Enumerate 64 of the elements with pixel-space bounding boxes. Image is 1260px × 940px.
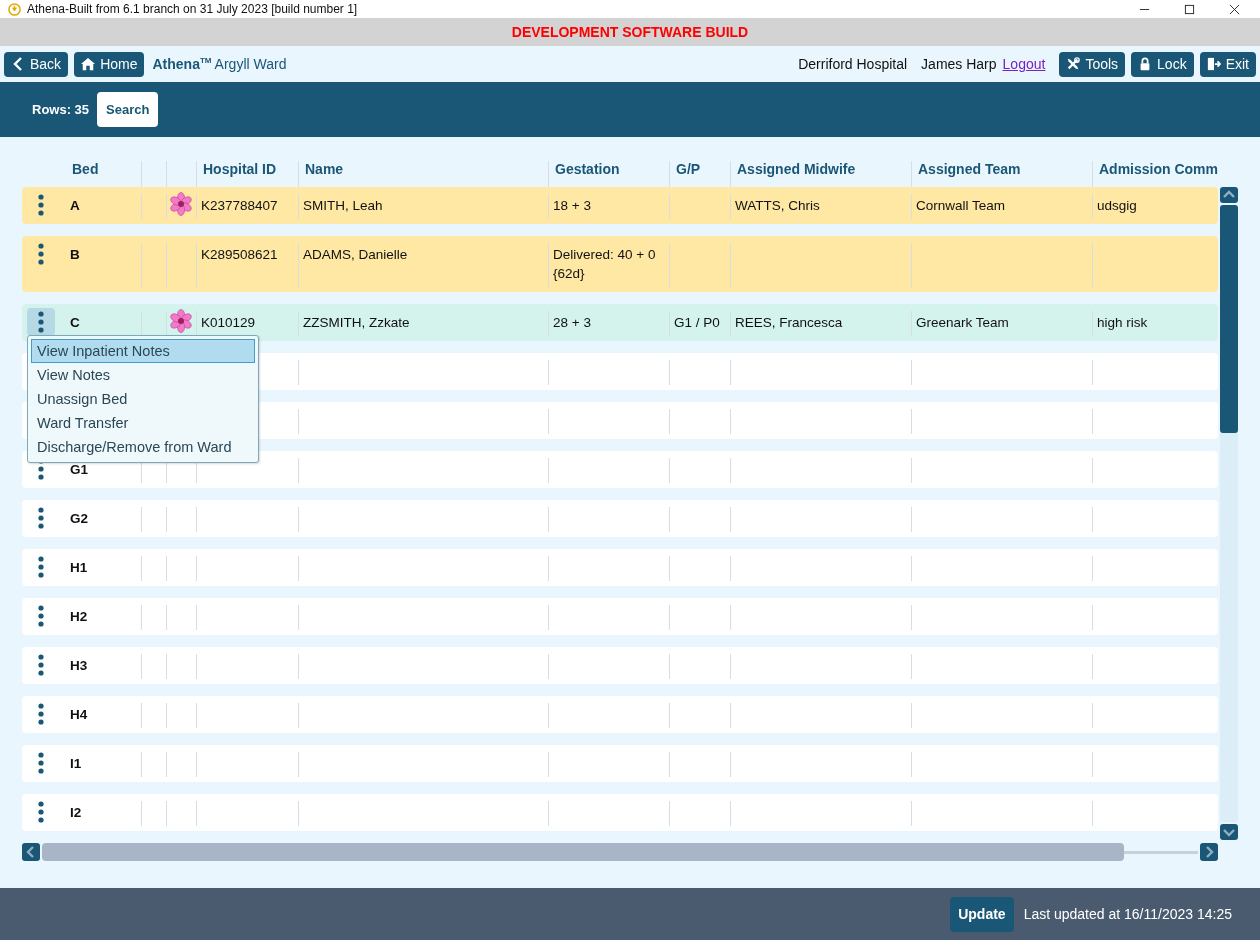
banner-title: DEVELOPMENT SOFTWARE BUILD [511,24,749,40]
table-row[interactable]: A K237788407 SMITH, Leah 18 + 3 WATTS, Chris Cornwall Team udsgig [22,187,1218,224]
table-cell: 28 + 3 [553,315,591,330]
table-row[interactable]: C K010129 ZZSMITH, Zzkate 28 + 3 G1 / P0 REES, Francesca Greenark Team high risk [22,304,1218,341]
bed-label: C [70,315,80,330]
table-cell: udsgig [1097,198,1137,213]
column-header[interactable]: Bed [72,161,99,177]
user-name: James Harp [921,56,997,72]
table-cell: 18 + 3 [553,198,591,213]
table-cell: high risk [1097,315,1148,330]
back-button[interactable]: Back [4,51,69,77]
home-button[interactable]: Home [74,51,145,77]
bed-label: H4 [70,707,88,722]
window-title: Athena-Built from 6.1 branch on 31 July 2023 [build number 1] [27,2,359,16]
bed-label: I2 [70,805,82,820]
bed-label: I1 [70,756,82,771]
menu-item[interactable]: Unassign Bed [31,387,255,411]
table-cell: Greenark Team [916,315,1009,330]
menu-item[interactable]: Ward Transfer [31,411,255,435]
exit-button[interactable]: Exit [1199,51,1256,77]
menu-item[interactable]: View Notes [31,363,255,387]
lock-button[interactable]: Lock [1131,51,1194,77]
bed-label: G1 [70,462,88,477]
hospital-name: Derriford Hospital [798,56,908,72]
app-brand: Athena$^{TM}$ Argyll Ward [152,56,287,72]
table-row[interactable]: G2 [22,500,1218,537]
bed-label: H3 [70,658,88,673]
column-header[interactable]: Admission Comm [1099,161,1218,177]
column-header[interactable]: Gestation [555,161,620,177]
table-row[interactable]: H1 [22,549,1218,586]
table-cell: K237788407 [201,198,278,213]
table-cell: G1 / P0 [674,315,720,330]
table-cell: K010129 [201,315,256,330]
column-header[interactable]: Name [305,161,344,177]
last-updated: Last updated at 16/11/2023 14:25 [1023,906,1232,922]
bed-label: H1 [70,560,88,575]
column-header[interactable]: Assigned Team [918,161,1021,177]
table-cell: SMITH, Leah [303,198,383,213]
table-row[interactable]: B K289508621 ADAMS, Danielle Delivered: 40 + 0 {62d} [22,236,1218,292]
table-row[interactable]: I2 [22,794,1218,831]
table-cell: ZZSMITH, Zzkate [303,315,410,330]
update-button[interactable]: Update [950,896,1014,932]
column-header[interactable]: G/P [676,161,701,177]
table-row[interactable]: H3 [22,647,1218,684]
menu-item[interactable]: View Inpatient Notes [31,339,255,363]
table-cell: REES, Francesca [735,315,843,330]
table-row[interactable]: I1 [22,745,1218,782]
table-row[interactable]: H4 [22,696,1218,733]
table-cell: Cornwall Team [916,198,1006,213]
column-header[interactable]: Assigned Midwife [737,161,856,177]
table-cell: ADAMS, Danielle [303,247,408,262]
table-cell: Delivered: 40 + 0 {62d} [553,247,656,281]
bed-label: B [70,247,80,262]
table-cell: WATTS, Chris [735,198,820,213]
search-button[interactable]: Search [97,92,159,127]
table-cell: K289508621 [201,247,278,262]
bed-label: G2 [70,511,88,526]
logout-link[interactable]: Logout [1002,56,1046,72]
bed-label: H2 [70,609,88,624]
table-row[interactable]: H2 [22,598,1218,635]
bed-label: A [70,198,80,213]
row-count: Rows: 35 [32,102,90,117]
tools-button[interactable]: Tools [1059,51,1126,77]
column-header[interactable]: Hospital ID [203,161,277,177]
